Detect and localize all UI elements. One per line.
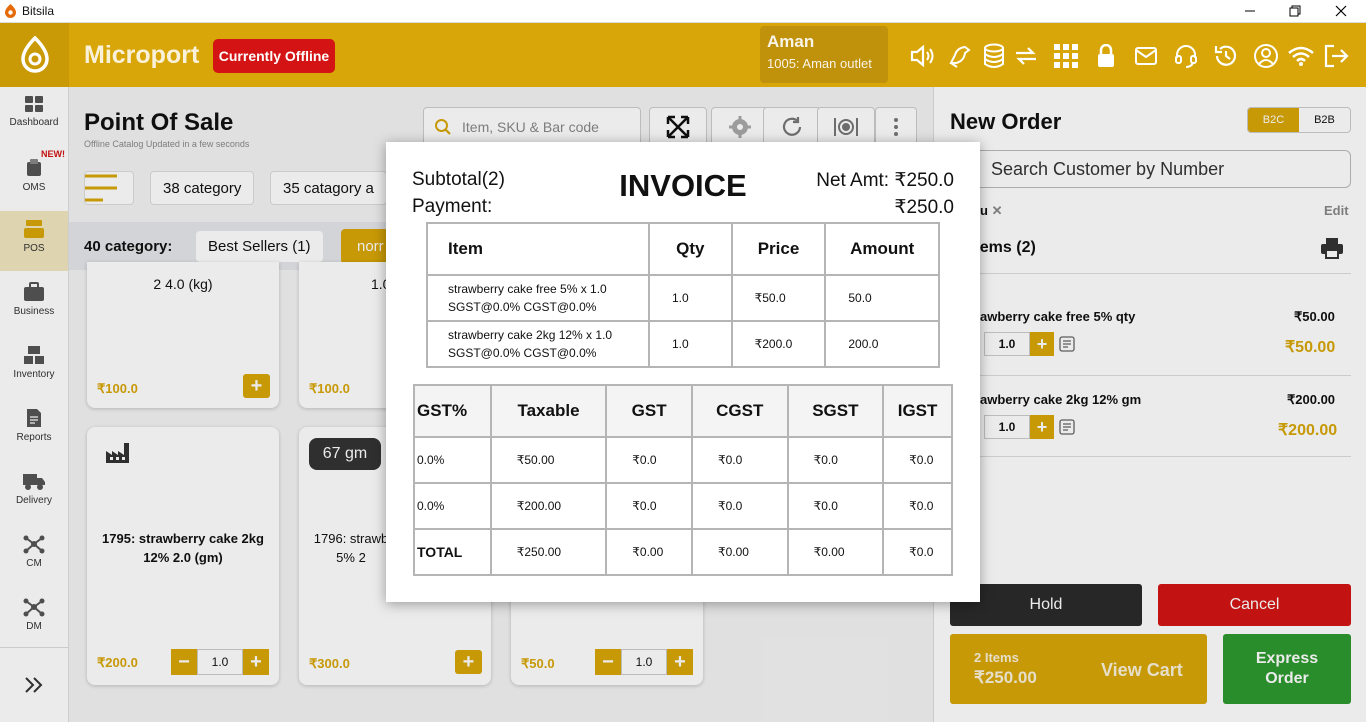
user-name: Aman [767,32,815,51]
close-window-button[interactable] [1329,2,1353,20]
amount-cell: 200.0 [824,320,940,368]
column-header: SGST [786,384,885,438]
lock-icon[interactable] [1091,41,1121,71]
app-logo-icon [5,4,16,18]
window-title-bar: Bitsila [0,0,1366,23]
column-header: Item [426,222,650,276]
table-cell: ₹200.00 [489,482,608,530]
table-cell: ₹50.00 [489,436,608,484]
table-cell: ₹0.0 [605,482,693,530]
price-cell: ₹200.0 [730,320,827,368]
table-cell: ₹0.0 [786,436,885,484]
table-row: 0.0% ₹50.00 ₹0.0 ₹0.0 ₹0.0 ₹0.0 [413,436,953,484]
support-headset-icon[interactable] [1171,41,1201,71]
table-cell: ₹0.0 [882,528,953,576]
column-header: GST% [413,384,492,438]
item-tax-info: SGST@0.0% CGST@0.0% [448,300,597,314]
invoice-modal: INVOICE Subtotal(2) Payment: Net Amt: ₹2… [386,142,980,602]
item-description: strawberry cake free 5% x 1.0 [448,282,607,296]
apps-grid-icon[interactable] [1051,41,1081,71]
table-cell: ₹250.00 [489,528,608,576]
table-cell: ₹0.0 [690,482,789,530]
account-icon[interactable] [1251,41,1281,71]
item-tax-info: SGST@0.0% CGST@0.0% [448,346,597,360]
table-total-row: TOTAL ₹250.00 ₹0.00 ₹0.00 ₹0.00 ₹0.0 [413,528,953,576]
invoice-tax-table: GST% Taxable GST CGST SGST IGST 0.0% ₹50… [413,384,953,576]
amount-cell: 50.0 [824,274,940,322]
invoice-items-table: Item Qty Price Amount strawberry cake fr… [426,222,940,368]
table-cell: ₹0.00 [786,528,885,576]
table-cell: 0.0% [413,436,492,484]
speaker-icon[interactable] [907,41,937,71]
item-cell: strawberry cake free 5% x 1.0 SGST@0.0% C… [426,274,650,322]
feedback-bird-icon[interactable] [945,41,975,71]
qty-cell: 1.0 [647,274,733,322]
column-header: Taxable [489,384,608,438]
table-row: 0.0% ₹200.00 ₹0.0 ₹0.0 ₹0.0 ₹0.0 [413,482,953,530]
invoice-net-amount: Net Amt: ₹250.0 [816,170,954,191]
restore-button[interactable] [1283,2,1307,20]
item-cell: strawberry cake 2kg 12% x 1.0 SGST@0.0% C… [426,320,650,368]
minimize-button[interactable] [1238,2,1262,20]
table-cell: ₹0.0 [882,482,953,530]
column-header: Amount [824,222,940,276]
history-icon[interactable] [1211,41,1241,71]
table-cell: ₹0.0 [605,436,693,484]
table-cell: 0.0% [413,482,492,530]
offline-status-badge[interactable]: Currently Offline [213,39,335,73]
column-header: CGST [690,384,789,438]
brand-logo-icon[interactable] [0,23,69,87]
table-cell: ₹0.0 [786,482,885,530]
app-header: Microport Currently Offline Aman 1005: A… [0,23,1366,87]
sync-arrows-icon[interactable] [1011,41,1041,71]
table-cell: ₹0.00 [690,528,789,576]
table-header-row: GST% Taxable GST CGST SGST IGST [413,384,953,438]
item-description: strawberry cake 2kg 12% x 1.0 [448,328,613,342]
logout-icon[interactable] [1321,41,1351,71]
database-icon[interactable] [979,41,1009,71]
column-header: Price [730,222,827,276]
invoice-payment-amount: ₹250.0 [894,197,954,218]
table-cell: ₹0.0 [882,436,953,484]
column-header: IGST [882,384,953,438]
price-cell: ₹50.0 [730,274,827,322]
user-outlet: 1005: Aman outlet [767,56,872,71]
user-profile-box[interactable]: Aman 1005: Aman outlet [760,26,888,83]
wifi-icon[interactable] [1286,41,1316,71]
column-header: Qty [647,222,733,276]
table-cell: ₹0.0 [690,436,789,484]
invoice-payment-label: Payment: [412,196,493,217]
invoice-subtotal-label: Subtotal(2) [412,169,505,190]
table-header-row: Item Qty Price Amount [426,222,940,276]
window-title: Bitsila [22,4,55,18]
qty-cell: 1.0 [647,320,733,368]
table-cell: TOTAL [413,528,492,576]
mail-icon[interactable] [1131,41,1161,71]
table-row: strawberry cake free 5% x 1.0 SGST@0.0% C… [426,274,940,322]
brand-name: Microport [84,41,200,69]
table-row: strawberry cake 2kg 12% x 1.0 SGST@0.0% C… [426,320,940,368]
table-cell: ₹0.00 [605,528,693,576]
column-header: GST [605,384,693,438]
